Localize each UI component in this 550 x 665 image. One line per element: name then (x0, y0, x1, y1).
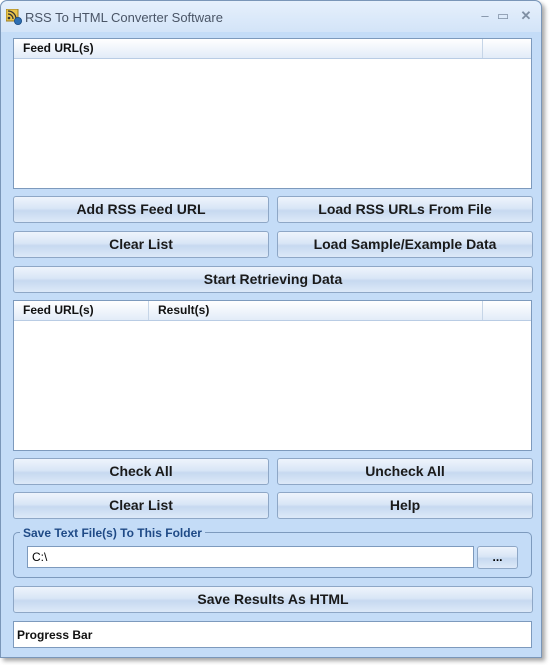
load-sample-data-button[interactable]: Load Sample/Example Data (277, 231, 533, 258)
feed-url-list[interactable]: Feed URL(s) (13, 38, 532, 189)
minimize-button[interactable]: – (475, 7, 495, 25)
rss-app-icon (6, 9, 22, 25)
save-folder-label: Save Text File(s) To This Folder (20, 526, 205, 540)
column-header-empty[interactable] (483, 39, 531, 58)
window-title: RSS To HTML Converter Software (25, 10, 223, 25)
main-window: RSS To HTML Converter Software – ▭ ✕ Fee… (0, 0, 542, 658)
check-all-button[interactable]: Check All (13, 458, 269, 485)
progress-bar: Progress Bar (13, 621, 532, 648)
progress-bar-label: Progress Bar (17, 628, 93, 642)
save-results-as-html-button[interactable]: Save Results As HTML (13, 586, 533, 613)
feed-url-list-header: Feed URL(s) (14, 39, 531, 59)
clear-list-top-button[interactable]: Clear List (13, 231, 269, 258)
results-list-header: Feed URL(s) Result(s) (14, 301, 531, 321)
browse-folder-button[interactable]: ... (477, 546, 518, 569)
start-retrieving-data-button[interactable]: Start Retrieving Data (13, 266, 533, 293)
title-bar: RSS To HTML Converter Software – ▭ ✕ (1, 1, 541, 32)
close-button[interactable]: ✕ (516, 7, 536, 25)
results-list[interactable]: Feed URL(s) Result(s) (13, 300, 532, 451)
column-header-empty[interactable] (483, 301, 531, 320)
column-header-feed-url[interactable]: Feed URL(s) (14, 301, 149, 320)
add-rss-feed-url-button[interactable]: Add RSS Feed URL (13, 196, 269, 223)
column-header-results[interactable]: Result(s) (149, 301, 483, 320)
clear-list-bottom-button[interactable]: Clear List (13, 492, 269, 519)
help-button[interactable]: Help (277, 492, 533, 519)
save-folder-path-input[interactable] (27, 546, 474, 568)
uncheck-all-button[interactable]: Uncheck All (277, 458, 533, 485)
load-rss-urls-from-file-button[interactable]: Load RSS URLs From File (277, 196, 533, 223)
column-header-feed-url[interactable]: Feed URL(s) (14, 39, 483, 58)
maximize-button[interactable]: ▭ (493, 7, 513, 25)
